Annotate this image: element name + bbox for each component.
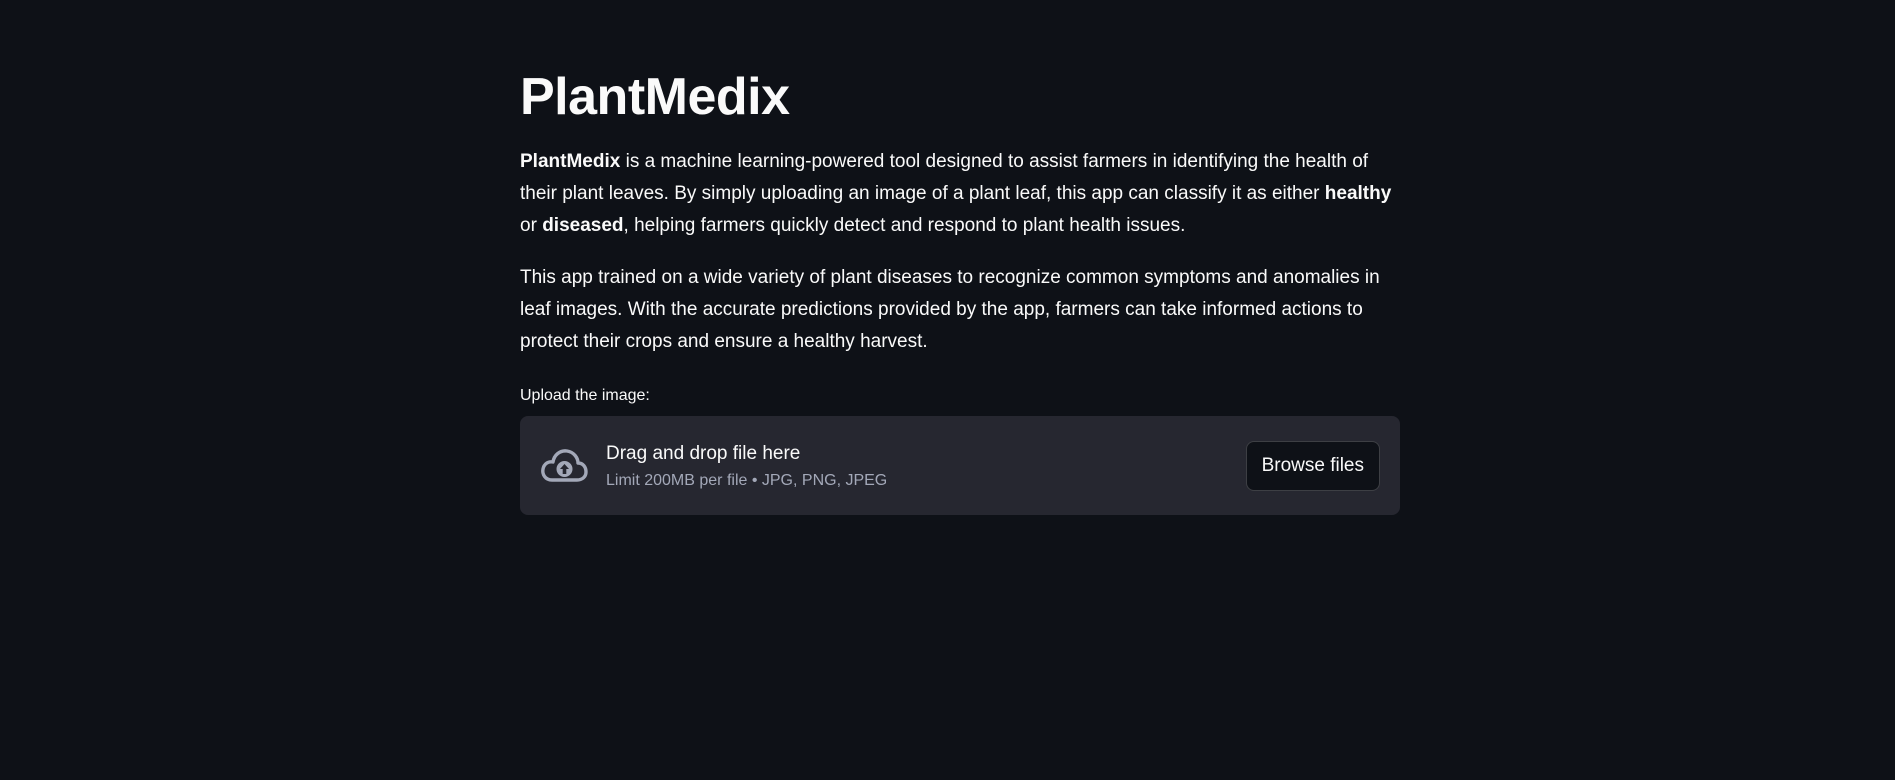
diseased-bold: diseased: [542, 215, 624, 236]
browse-files-button[interactable]: Browse files: [1245, 440, 1380, 491]
dropzone-title: Drag and drop file here: [606, 442, 801, 464]
page-title: PlantMedix: [520, 68, 790, 126]
intro-text-b: or: [520, 215, 543, 236]
main-content: PlantMedix PlantMedix is a machine learn…: [520, 0, 1400, 515]
file-dropzone[interactable]: Drag and drop file here Limit 200MB per …: [520, 416, 1400, 515]
upload-label: Upload the image:: [520, 387, 650, 404]
healthy-bold: healthy: [1324, 183, 1392, 204]
dropzone-limit-text: Limit 200MB per file • JPG, PNG, JPEG: [606, 471, 888, 489]
intro-text-c: , helping farmers quickly detect and res…: [623, 215, 1186, 236]
intro-text-a: is a machine learning-powered tool desig…: [520, 151, 1369, 204]
intro-paragraph: PlantMedix is a machine learning-powered…: [520, 146, 1400, 242]
dropzone-instructions: Drag and drop file here Limit 200MB per …: [606, 441, 1246, 491]
app-name-bold: PlantMedix: [520, 151, 621, 172]
cloud-upload-icon: [540, 446, 588, 486]
description-paragraph: This app trained on a wide variety of pl…: [520, 267, 1380, 352]
